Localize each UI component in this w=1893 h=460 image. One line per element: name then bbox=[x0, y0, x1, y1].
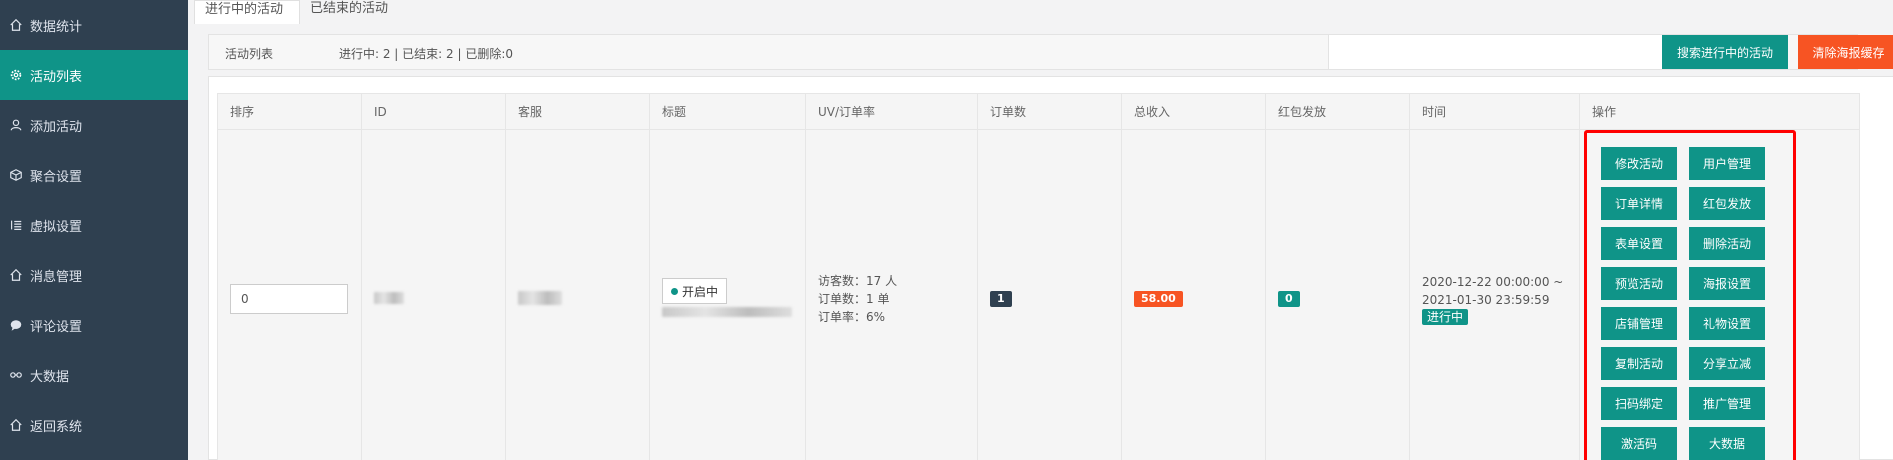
cell-order-count: 1 bbox=[977, 129, 1122, 460]
sidebar-item-aggregate-settings[interactable]: 聚合设置 bbox=[0, 150, 188, 200]
sidebar-item-label: 数据统计 bbox=[30, 19, 83, 35]
column-header-time[interactable]: 时间 bbox=[1409, 93, 1580, 130]
column-header-actions: 操作 bbox=[1579, 93, 1860, 130]
cell-service bbox=[505, 129, 650, 460]
sidebar-item-label: 虚拟设置 bbox=[30, 219, 83, 235]
redacted-title bbox=[662, 307, 792, 317]
redacted-id bbox=[374, 291, 404, 304]
delete-activity-button[interactable]: 删除活动 bbox=[1689, 227, 1765, 260]
column-header-uv-rate[interactable]: UV/订单率 bbox=[805, 93, 978, 130]
cell-id bbox=[361, 129, 506, 460]
sidebar-item-activity-list[interactable]: 活动列表 bbox=[0, 50, 188, 100]
user-management-button[interactable]: 用户管理 bbox=[1689, 147, 1765, 180]
search-ongoing-button[interactable]: 搜索进行中的活动 bbox=[1662, 35, 1788, 69]
promotion-management-button[interactable]: 推广管理 bbox=[1689, 387, 1765, 420]
gift-settings-button[interactable]: 礼物设置 bbox=[1689, 307, 1765, 340]
revenue-badge: 58.00 bbox=[1134, 291, 1183, 307]
copy-activity-button[interactable]: 复制活动 bbox=[1601, 347, 1677, 380]
cell-time: 2020-12-22 00:00:00 ~ 2021-01-30 23:59:5… bbox=[1409, 129, 1580, 460]
search-input[interactable] bbox=[1328, 35, 1664, 69]
cell-uv-rate: 访客数：17 人 订单数：1 单 订单率：6% bbox=[805, 129, 978, 460]
column-header-service[interactable]: 客服 bbox=[505, 93, 650, 130]
sidebar-item-label: 返回系统 bbox=[30, 419, 83, 435]
edit-activity-button[interactable]: 修改活动 bbox=[1601, 147, 1677, 180]
sidebar-item-stats[interactable]: 数据统计 bbox=[0, 0, 188, 50]
sidebar-item-label: 活动列表 bbox=[30, 69, 83, 85]
tab-ended-activities[interactable]: 已结束的活动 bbox=[300, 0, 404, 24]
tab-bar: 进行中的活动 已结束的活动 bbox=[194, 0, 404, 24]
sidebar-item-return-system[interactable]: 返回系统 bbox=[0, 400, 188, 450]
sidebar-item-comment-settings[interactable]: 评论设置 bbox=[0, 300, 188, 350]
form-settings-button[interactable]: 表单设置 bbox=[1601, 227, 1677, 260]
status-badge: 进行中 bbox=[1422, 309, 1469, 325]
user-icon bbox=[8, 117, 24, 133]
sidebar-item-label: 添加活动 bbox=[30, 119, 83, 135]
status-chip-label: 开启中 bbox=[682, 284, 719, 299]
activity-table-panel: 排序 ID 客服 标题 UV/订单率 订单数 总收入 红包发放 时间 操作 0 … bbox=[208, 76, 1893, 460]
home-icon bbox=[8, 417, 24, 433]
gear-icon bbox=[8, 67, 24, 83]
sidebar-item-message-management[interactable]: 消息管理 bbox=[0, 250, 188, 300]
time-end: 2021-01-30 23:59:59 bbox=[1422, 293, 1550, 307]
cube-icon bbox=[8, 167, 24, 183]
order-count-badge: 1 bbox=[990, 291, 1012, 307]
sidebar-item-label: 评论设置 bbox=[30, 319, 83, 335]
sidebar-item-label: 大数据 bbox=[30, 369, 70, 385]
activity-toolbar: 活动列表 进行中: 2 | 已结束: 2 | 已删除:0 搜索进行中的活动 清除… bbox=[208, 34, 1893, 70]
store-management-button[interactable]: 店铺管理 bbox=[1601, 307, 1677, 340]
cell-revenue: 58.00 bbox=[1121, 129, 1266, 460]
chat-icon bbox=[8, 317, 24, 333]
sidebar-item-label: 消息管理 bbox=[30, 269, 83, 285]
activity-stats: 进行中: 2 | 已结束: 2 | 已删除:0 bbox=[339, 47, 514, 61]
column-header-sort[interactable]: 排序 bbox=[217, 93, 362, 130]
poster-settings-button[interactable]: 海报设置 bbox=[1689, 267, 1765, 300]
list-icon bbox=[8, 217, 24, 233]
sidebar-item-big-data[interactable]: 大数据 bbox=[0, 350, 188, 400]
sort-order-input[interactable] bbox=[230, 284, 348, 314]
time-start: 2020-12-22 00:00:00 ~ bbox=[1422, 275, 1564, 289]
cell-sort bbox=[217, 129, 362, 460]
red-packet-badge: 0 bbox=[1278, 291, 1300, 307]
order-rate: 订单率：6% bbox=[818, 310, 886, 324]
home-icon bbox=[8, 17, 24, 33]
link-icon bbox=[8, 367, 24, 383]
big-data-button[interactable]: 大数据 bbox=[1689, 427, 1765, 460]
visitor-count: 访客数：17 人 bbox=[818, 274, 898, 288]
table-row: 开启中 访客数：17 人 订单数：1 单 订单率：6% 1 58.00 bbox=[217, 129, 1860, 460]
cell-title: 开启中 bbox=[649, 129, 806, 460]
clear-poster-cache-button[interactable]: 清除海报缓存 bbox=[1798, 35, 1893, 69]
redacted-service-avatar bbox=[518, 290, 562, 305]
sidebar-item-label: 聚合设置 bbox=[30, 169, 83, 185]
column-header-order-count[interactable]: 订单数 bbox=[977, 93, 1122, 130]
scan-bind-button[interactable]: 扫码绑定 bbox=[1601, 387, 1677, 420]
cell-red-packet: 0 bbox=[1265, 129, 1410, 460]
preview-activity-button[interactable]: 预览活动 bbox=[1601, 267, 1677, 300]
activation-code-button[interactable]: 激活码 bbox=[1601, 427, 1677, 460]
status-dot-icon bbox=[671, 287, 678, 295]
column-header-revenue[interactable]: 总收入 bbox=[1121, 93, 1266, 130]
share-discount-button[interactable]: 分享立减 bbox=[1689, 347, 1765, 380]
tab-ongoing-activities[interactable]: 进行中的活动 bbox=[194, 0, 301, 24]
activity-table: 排序 ID 客服 标题 UV/订单率 订单数 总收入 红包发放 时间 操作 0 … bbox=[217, 93, 1860, 460]
column-header-title[interactable]: 标题 bbox=[649, 93, 806, 130]
red-packet-button[interactable]: 红包发放 bbox=[1689, 187, 1765, 220]
main-content: 进行中的活动 已结束的活动 活动列表 进行中: 2 | 已结束: 2 | 已删除… bbox=[188, 0, 1893, 460]
sidebar: 数据统计 活动列表 添加活动 聚合设置 虚拟设置 消息管理 评论设置 大数据 返… bbox=[0, 0, 188, 460]
cell-actions: 修改活动 用户管理 订单详情 红包发放 表单设置 删除活动 预览活动 海报设置 … bbox=[1579, 129, 1860, 460]
column-header-red-packet[interactable]: 红包发放 bbox=[1265, 93, 1410, 130]
toolbar-title: 活动列表 bbox=[225, 47, 274, 61]
actions-grid: 修改活动 用户管理 订单详情 红包发放 表单设置 删除活动 预览活动 海报设置 … bbox=[1601, 147, 1765, 460]
order-count-text: 订单数：1 单 bbox=[818, 292, 890, 306]
home-icon bbox=[8, 267, 24, 283]
status-chip: 开启中 bbox=[662, 278, 728, 304]
sidebar-item-add-activity[interactable]: 添加活动 bbox=[0, 100, 188, 150]
sidebar-item-virtual-settings[interactable]: 虚拟设置 bbox=[0, 200, 188, 250]
column-header-id[interactable]: ID bbox=[361, 93, 506, 130]
order-details-button[interactable]: 订单详情 bbox=[1601, 187, 1677, 220]
actions-highlight-box: 修改活动 用户管理 订单详情 红包发放 表单设置 删除活动 预览活动 海报设置 … bbox=[1584, 130, 1796, 460]
